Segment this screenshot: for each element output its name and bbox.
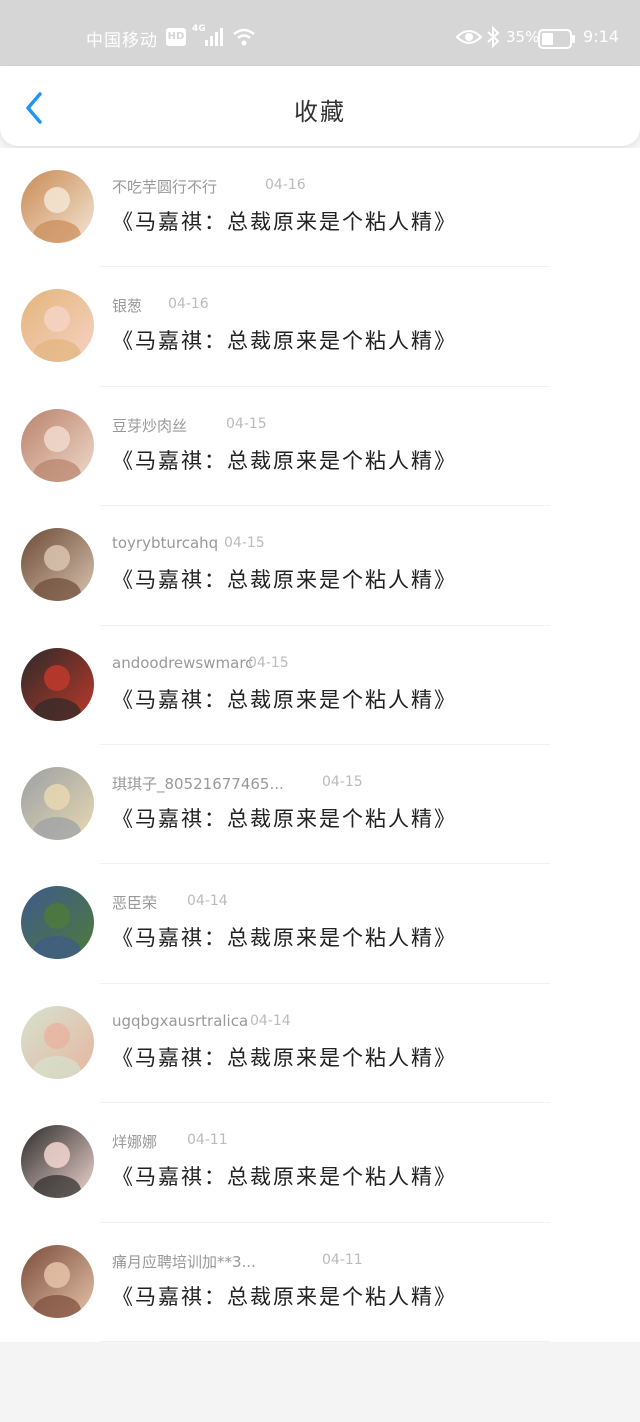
eye-icon — [455, 28, 483, 50]
favorite-title[interactable]: 《马嘉祺：总裁原来是个粘人精》 — [112, 325, 457, 355]
username: 恶臣荣 — [112, 894, 158, 913]
favorite-item[interactable]: 银葱 04-16 《马嘉祺：总裁原来是个粘人精》 — [0, 267, 640, 387]
avatar[interactable] — [21, 170, 94, 243]
divider — [100, 1340, 550, 1342]
favorite-date: 04-11 — [187, 1132, 228, 1149]
favorites-list: 不吃芋圆行不行 04-16 《马嘉祺：总裁原来是个粘人精》 银葱 04-16 《马嘉祺：总… — [0, 148, 640, 1342]
favorite-item[interactable]: andoodrewswmarc 04-15 《马嘉祺：总裁原来是个粘人精》 — [0, 626, 640, 745]
avatar[interactable] — [21, 767, 94, 840]
favorite-date: 04-14 — [187, 893, 228, 910]
avatar[interactable] — [21, 1125, 94, 1199]
username: 烊娜娜 — [112, 1133, 158, 1152]
favorite-item[interactable]: 琪琪子_80521677465... 04-15 《马嘉祺：总裁原来是个粘人精》 — [0, 745, 640, 865]
favorite-date: 04-15 — [248, 654, 289, 671]
username: 豆芽炒肉丝 — [112, 416, 188, 435]
bluetooth-icon — [486, 25, 500, 52]
favorite-item[interactable]: ugqbgxausrtralica 04-14 《马嘉祺：总裁原来是个粘人精》 — [0, 984, 640, 1104]
carrier-name: 中国移动 — [86, 31, 158, 51]
favorite-title[interactable]: 《马嘉祺：总裁原来是个粘人精》 — [112, 564, 457, 594]
favorite-date: 04-15 — [224, 535, 265, 552]
favorite-title[interactable]: 《马嘉祺：总裁原来是个粘人精》 — [112, 1281, 457, 1311]
favorite-title[interactable]: 《马嘉祺：总裁原来是个粘人精》 — [112, 206, 457, 236]
hd-badge: HD — [166, 28, 186, 46]
favorite-date: 04-14 — [250, 1012, 291, 1029]
favorite-date: 04-16 — [168, 296, 209, 313]
username: andoodrewswmarc — [112, 653, 254, 672]
page-title: 收藏 — [294, 98, 346, 126]
username: toyrybturcahq — [112, 534, 219, 553]
avatar[interactable] — [21, 886, 94, 960]
favorite-date: 04-15 — [322, 774, 363, 790]
avatar[interactable] — [21, 289, 94, 363]
favorite-item[interactable]: toyrybturcahq 04-15 《马嘉祺：总裁原来是个粘人精》 — [0, 506, 640, 626]
favorite-title[interactable]: 《马嘉祺：总裁原来是个粘人精》 — [112, 684, 457, 714]
battery-icon — [538, 29, 576, 53]
status-bar: 中国移动 HD 4G 35% 9:14 — [0, 0, 640, 68]
username: 痛月应聘培训加**3... — [112, 1252, 256, 1271]
favorite-title[interactable]: 《马嘉祺：总裁原来是个粘人精》 — [112, 922, 457, 952]
avatar[interactable] — [21, 1005, 94, 1079]
favorite-title[interactable]: 《马嘉祺：总裁原来是个粘人精》 — [112, 1042, 457, 1072]
username: 银葱 — [112, 297, 143, 316]
nav-bar: 收藏 — [0, 66, 640, 146]
username: 不吃芋圆行不行 — [112, 178, 218, 196]
avatar[interactable] — [21, 408, 94, 482]
battery-percent: 35% — [506, 28, 540, 46]
favorite-item[interactable]: 痛月应聘培训加**3... 04-11 《马嘉祺：总裁原来是个粘人精》 — [0, 1223, 640, 1342]
avatar[interactable] — [21, 647, 94, 721]
favorite-title[interactable]: 《马嘉祺：总裁原来是个粘人精》 — [112, 445, 457, 475]
favorite-item[interactable]: 不吃芋圆行不行 04-16 《马嘉祺：总裁原来是个粘人精》 — [0, 148, 640, 268]
wifi-icon — [232, 28, 256, 50]
favorite-date: 04-16 — [265, 177, 306, 193]
signal-icon — [205, 28, 227, 50]
favorite-item[interactable]: 豆芽炒肉丝 04-15 《马嘉祺：总裁原来是个粘人精》 — [0, 387, 640, 507]
username: ugqbgxausrtralica — [112, 1011, 249, 1030]
avatar[interactable] — [21, 528, 94, 602]
favorite-date: 04-11 — [322, 1251, 363, 1268]
username: 琪琪子_80521677465... — [112, 775, 284, 793]
favorite-title[interactable]: 《马嘉祺：总裁原来是个粘人精》 — [112, 1161, 457, 1191]
clock: 9:14 — [583, 27, 619, 46]
favorite-date: 04-15 — [226, 415, 267, 432]
network-type: 4G — [192, 24, 206, 34]
favorite-title[interactable]: 《马嘉祺：总裁原来是个粘人精》 — [112, 803, 457, 833]
favorite-item[interactable]: 恶臣荣 04-14 《马嘉祺：总裁原来是个粘人精》 — [0, 864, 640, 984]
favorite-item[interactable]: 烊娜娜 04-11 《马嘉祺：总裁原来是个粘人精》 — [0, 1103, 640, 1223]
avatar[interactable] — [21, 1244, 94, 1318]
